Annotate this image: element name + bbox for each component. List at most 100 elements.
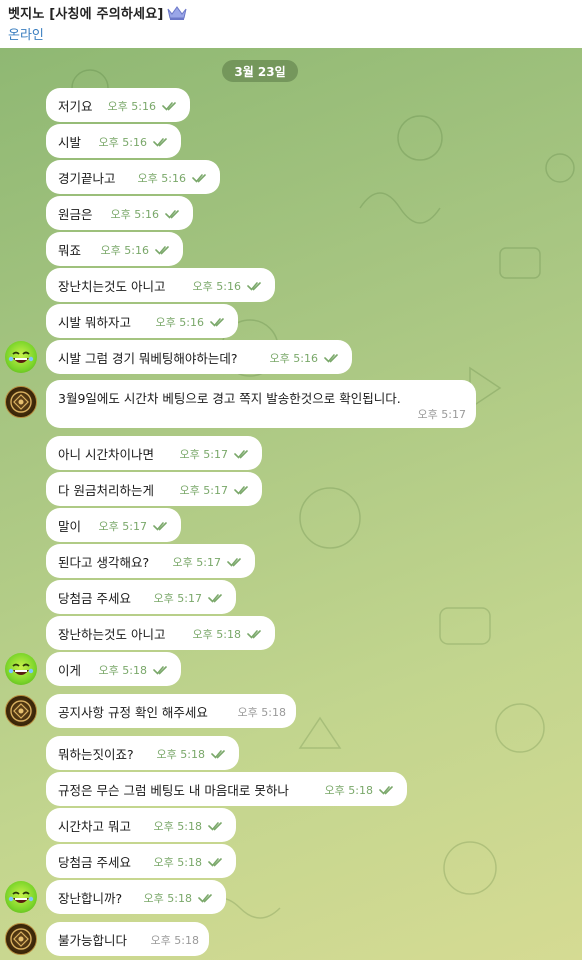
message-bubble[interactable]: 시발 오후 5:16 <box>46 124 181 158</box>
message-meta: 오후 5:18 <box>193 626 265 642</box>
message-time: 오후 5:18 <box>324 784 373 797</box>
double-check-icon <box>208 820 226 832</box>
message-time: 오후 5:16 <box>269 352 318 365</box>
message-bubble[interactable]: 장난치는것도 아니고 오후 5:16 <box>46 268 275 302</box>
message-meta: 오후 5:17 <box>99 518 171 534</box>
message-bubble[interactable]: 된다고 생각해요? 오후 5:17 <box>46 544 255 578</box>
message-meta: 오후 5:18 <box>151 932 199 948</box>
message-item[interactable]: 이게 오후 5:18 <box>0 652 582 686</box>
message-item[interactable]: 원금은 오후 5:16 <box>0 196 582 230</box>
message-bubble[interactable]: 경기끝나고 오후 5:16 <box>46 160 220 194</box>
message-item[interactable]: 시발 그럼 경기 뭐베팅해야하는데? 오후 5:16 <box>0 340 582 374</box>
message-meta: 오후 5:18 <box>157 746 229 762</box>
double-check-icon <box>208 856 226 868</box>
message-meta: 오후 5:16 <box>193 278 265 294</box>
message-text: 규정은 무슨 그럼 베팅도 내 마음대로 못하나 <box>58 782 289 798</box>
message-meta: 오후 5:17 <box>180 446 252 462</box>
message-item[interactable]: 말이 오후 5:17 <box>0 508 582 542</box>
message-item[interactable]: 아니 시간차이나면 오후 5:17 <box>0 436 582 470</box>
message-text: 뭐죠 <box>58 242 82 258</box>
message-item[interactable]: 당첨금 주세요 오후 5:17 <box>0 580 582 614</box>
support-avatar[interactable] <box>5 386 37 418</box>
double-check-icon <box>234 448 252 460</box>
message-item[interactable]: 3월9일에도 시간차 베팅으로 경고 쪽지 발송한것으로 확인됩니다. 오후 5:… <box>0 380 582 428</box>
user-avatar[interactable] <box>5 881 37 913</box>
message-meta: 오후 5:18 <box>238 704 286 720</box>
message-meta: 오후 5:16 <box>138 170 210 186</box>
message-item[interactable]: 당첨금 주세요 오후 5:18 <box>0 844 582 878</box>
message-item[interactable]: 저기요 오후 5:16 <box>0 88 582 122</box>
message-meta: 오후 5:16 <box>270 350 342 366</box>
online-status: 온라인 <box>8 28 44 43</box>
message-bubble[interactable]: 저기요 오후 5:16 <box>46 88 190 122</box>
message-text: 말이 <box>58 518 82 534</box>
message-item[interactable]: 뭐죠 오후 5:16 <box>0 232 582 266</box>
message-bubble[interactable]: 당첨금 주세요 오후 5:17 <box>46 580 236 614</box>
message-text: 원금은 <box>58 206 93 222</box>
message-text: 이게 <box>58 662 82 678</box>
message-item[interactable]: 뭐하는짓이죠? 오후 5:18 <box>0 736 582 770</box>
message-meta: 오후 5:18 <box>154 854 226 870</box>
message-item[interactable]: 불가능합니다 오후 5:18 <box>0 922 582 956</box>
double-check-icon <box>165 208 183 220</box>
double-check-icon <box>211 748 229 760</box>
double-check-icon <box>153 136 171 148</box>
message-item[interactable]: 시간차고 뭐고 오후 5:18 <box>0 808 582 842</box>
message-text: 시간차고 뭐고 <box>58 818 131 834</box>
double-check-icon <box>227 556 245 568</box>
message-meta: 오후 5:18 <box>99 662 171 678</box>
message-text: 장난치는것도 아니고 <box>58 278 166 294</box>
message-bubble[interactable]: 원금은 오후 5:16 <box>46 196 193 230</box>
message-text: 시발 그럼 경기 뭐베팅해야하는데? <box>58 350 238 366</box>
double-check-icon <box>247 280 265 292</box>
message-bubble[interactable]: 3월9일에도 시간차 베팅으로 경고 쪽지 발송한것으로 확인됩니다. 오후 5:… <box>46 380 476 428</box>
message-item[interactable]: 장난하는것도 아니고 오후 5:18 <box>0 616 582 650</box>
message-item[interactable]: 다 원금처리하는게 오후 5:17 <box>0 472 582 506</box>
message-time: 오후 5:17 <box>153 592 202 605</box>
message-text: 장난하는것도 아니고 <box>58 626 166 642</box>
message-item[interactable]: 된다고 생각해요? 오후 5:17 <box>0 544 582 578</box>
message-bubble[interactable]: 시발 뭐하자고 오후 5:16 <box>46 304 238 338</box>
message-bubble[interactable]: 다 원금처리하는게 오후 5:17 <box>46 472 262 506</box>
message-item[interactable]: 시발 오후 5:16 <box>0 124 582 158</box>
message-bubble[interactable]: 시간차고 뭐고 오후 5:18 <box>46 808 236 842</box>
message-bubble[interactable]: 장난합니까? 오후 5:18 <box>46 880 226 914</box>
message-bubble[interactable]: 불가능합니다 오후 5:18 <box>46 922 209 956</box>
double-check-icon <box>162 100 180 112</box>
message-text: 공지사항 규정 확인 해주세요 <box>58 704 208 720</box>
double-check-icon <box>198 892 216 904</box>
support-avatar[interactable] <box>5 695 37 727</box>
message-text: 아니 시간차이나면 <box>58 446 154 462</box>
message-bubble[interactable]: 규정은 무슨 그럼 베팅도 내 마음대로 못하나 오후 5:18 <box>46 772 407 806</box>
message-time: 오후 5:16 <box>110 208 159 221</box>
message-time: 오후 5:18 <box>153 820 202 833</box>
chat-title[interactable]: 벳지노 [사칭에 주의하세요] <box>8 3 164 22</box>
message-bubble[interactable]: 장난하는것도 아니고 오후 5:18 <box>46 616 275 650</box>
message-time: 오후 5:17 <box>179 484 228 497</box>
message-bubble[interactable]: 이게 오후 5:18 <box>46 652 181 686</box>
message-item[interactable]: 공지사항 규정 확인 해주세요 오후 5:18 <box>0 694 582 728</box>
message-item[interactable]: 경기끝나고 오후 5:16 <box>0 160 582 194</box>
message-bubble[interactable]: 뭐죠 오후 5:16 <box>46 232 183 266</box>
message-bubble[interactable]: 당첨금 주세요 오후 5:18 <box>46 844 236 878</box>
message-text: 다 원금처리하는게 <box>58 482 154 498</box>
user-avatar[interactable] <box>5 653 37 685</box>
date-separator: 3월 23일 <box>222 60 298 82</box>
message-item[interactable]: 시발 뭐하자고 오후 5:16 <box>0 304 582 338</box>
double-check-icon <box>324 352 342 364</box>
message-time: 오후 5:18 <box>143 892 192 905</box>
support-avatar[interactable] <box>5 923 37 955</box>
message-item[interactable]: 장난치는것도 아니고 오후 5:16 <box>0 268 582 302</box>
message-bubble[interactable]: 말이 오후 5:17 <box>46 508 181 542</box>
user-avatar[interactable] <box>5 341 37 373</box>
message-bubble[interactable]: 시발 그럼 경기 뭐베팅해야하는데? 오후 5:16 <box>46 340 352 374</box>
message-text: 저기요 <box>58 98 93 114</box>
message-bubble[interactable]: 아니 시간차이나면 오후 5:17 <box>46 436 262 470</box>
chat-area[interactable]: 3월 23일 저기요 오후 5:16 시발 오후 5:16 경기끝나고 오후 5:16 원금… <box>0 48 582 960</box>
message-item[interactable]: 장난합니까? 오후 5:18 <box>0 880 582 914</box>
double-check-icon <box>155 244 173 256</box>
message-item[interactable]: 규정은 무슨 그럼 베팅도 내 마음대로 못하나 오후 5:18 <box>0 772 582 806</box>
message-time: 오후 5:18 <box>150 934 199 947</box>
message-bubble[interactable]: 뭐하는짓이죠? 오후 5:18 <box>46 736 239 770</box>
message-bubble[interactable]: 공지사항 규정 확인 해주세요 오후 5:18 <box>46 694 296 728</box>
